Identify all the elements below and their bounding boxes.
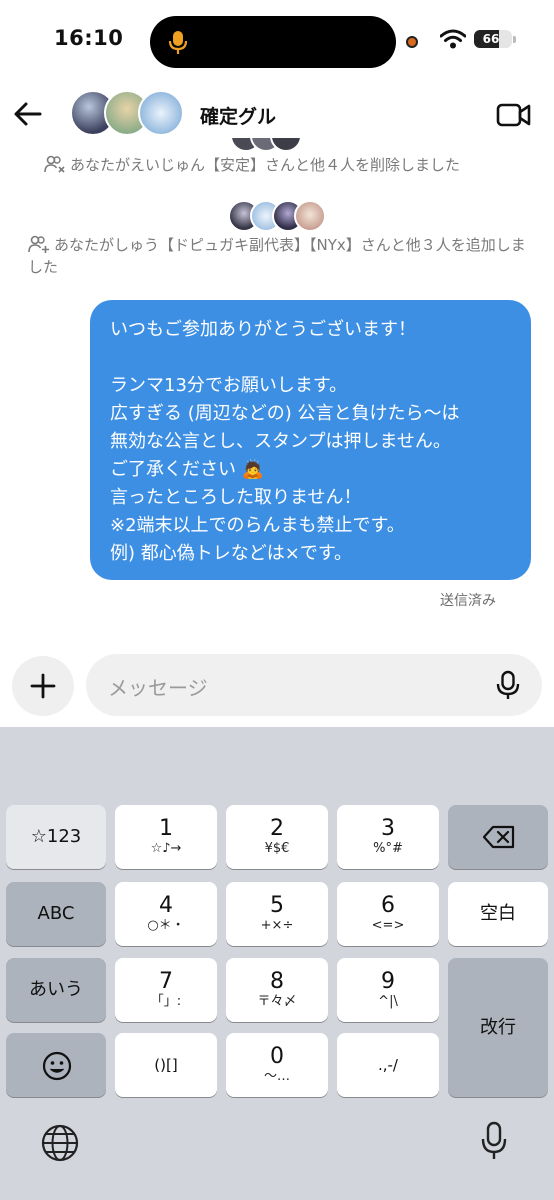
key-2[interactable]: 2 ¥$€: [226, 805, 328, 869]
message-line: 例) 都心偽トレなどは×です。: [110, 543, 353, 564]
key-5[interactable]: 5 +×÷: [226, 882, 328, 946]
message-line: ランマ13分でお願いします。: [110, 375, 348, 396]
plus-icon: [30, 673, 56, 699]
person-remove-icon: [44, 155, 65, 173]
dictation-microphone-icon[interactable]: [480, 1121, 508, 1161]
battery-icon: 66: [474, 30, 512, 48]
key-brackets[interactable]: ()[]: [115, 1033, 217, 1097]
recording-indicator: [406, 36, 418, 48]
key-1[interactable]: 1 ☆♪→: [115, 805, 217, 869]
message-line: いつもご参加ありがとうございます！: [110, 319, 416, 340]
message-input[interactable]: メッセージ: [86, 654, 542, 716]
microphone-icon[interactable]: [494, 670, 522, 700]
key-delete[interactable]: [448, 805, 548, 869]
removed-members-avatars: [230, 138, 320, 150]
group-avatar-stack[interactable]: [70, 90, 190, 138]
emoji-icon: [42, 1051, 72, 1081]
key-emoji[interactable]: [6, 1033, 106, 1097]
message-line: ご了承ください 🙇: [110, 459, 265, 480]
outgoing-message-bubble[interactable]: いつもご参加ありがとうございます！ ランマ13分でお願いします。 広すぎる (周…: [90, 300, 531, 580]
key-abc[interactable]: ABC: [6, 882, 106, 946]
message-sent-status: 送信済み: [440, 593, 496, 609]
status-time: 16:10: [54, 26, 124, 50]
person-add-icon: [28, 235, 49, 253]
microphone-active-icon: [168, 31, 188, 54]
video-call-icon[interactable]: [496, 100, 532, 130]
key-8[interactable]: 8 〒々〆: [226, 958, 328, 1022]
key-0[interactable]: 0 〜…: [226, 1033, 328, 1097]
key-symbols[interactable]: ☆123: [6, 805, 106, 869]
key-space[interactable]: 空白: [448, 882, 548, 946]
avatar: [294, 200, 326, 232]
system-message: あなたがしゅう【ドピュガキ副代表】【NYx】さんと他３人を追加しました: [28, 234, 532, 278]
avatar: [270, 138, 302, 150]
wifi-icon: [440, 29, 466, 49]
system-message-text: あなたがえいじゅん【安定】さんと他４人を削除しました: [70, 156, 461, 174]
key-return[interactable]: 改行: [448, 958, 548, 1097]
key-kana[interactable]: あいう: [6, 958, 106, 1022]
battery-percent: 66: [482, 32, 500, 46]
system-message: あなたがえいじゅん【安定】さんと他４人を削除しました: [44, 154, 524, 176]
key-6[interactable]: 6 <=>: [337, 882, 439, 946]
message-line: ※2端末以上でのらんまも禁止です。: [110, 515, 405, 536]
back-arrow-icon[interactable]: [10, 96, 46, 132]
globe-icon[interactable]: [40, 1123, 80, 1163]
keyboard: ☆123 ABC あいう 1 ☆♪→ 2 ¥$€ 3 %°# 4 ○＊・ 5 +…: [0, 727, 554, 1200]
key-punctuation[interactable]: .,-/: [337, 1033, 439, 1097]
system-message-text: あなたがしゅう【ドピュガキ副代表】【NYx】さんと他３人を追加しました: [28, 236, 526, 276]
key-4[interactable]: 4 ○＊・: [115, 882, 217, 946]
message-line: 無効な公言とし、スタンプは押しません。: [110, 431, 451, 452]
key-9[interactable]: 9 ^|\: [337, 958, 439, 1022]
message-input-placeholder: メッセージ: [108, 676, 208, 700]
message-line: 広すぎる (周辺などの) 公言と負けたら〜は: [110, 403, 460, 424]
key-7[interactable]: 7 「」:: [115, 958, 217, 1022]
dynamic-island: [150, 16, 396, 68]
key-3[interactable]: 3 %°#: [337, 805, 439, 869]
avatar: [138, 90, 184, 136]
battery-cap: [513, 36, 516, 43]
chat-title[interactable]: 確定グル: [200, 102, 276, 129]
added-members-avatars: [228, 200, 328, 232]
message-line: [110, 344, 513, 372]
message-line: 言ったところした取りません！: [110, 487, 362, 508]
backspace-icon: [482, 825, 515, 849]
add-attachment-button[interactable]: [12, 656, 74, 716]
